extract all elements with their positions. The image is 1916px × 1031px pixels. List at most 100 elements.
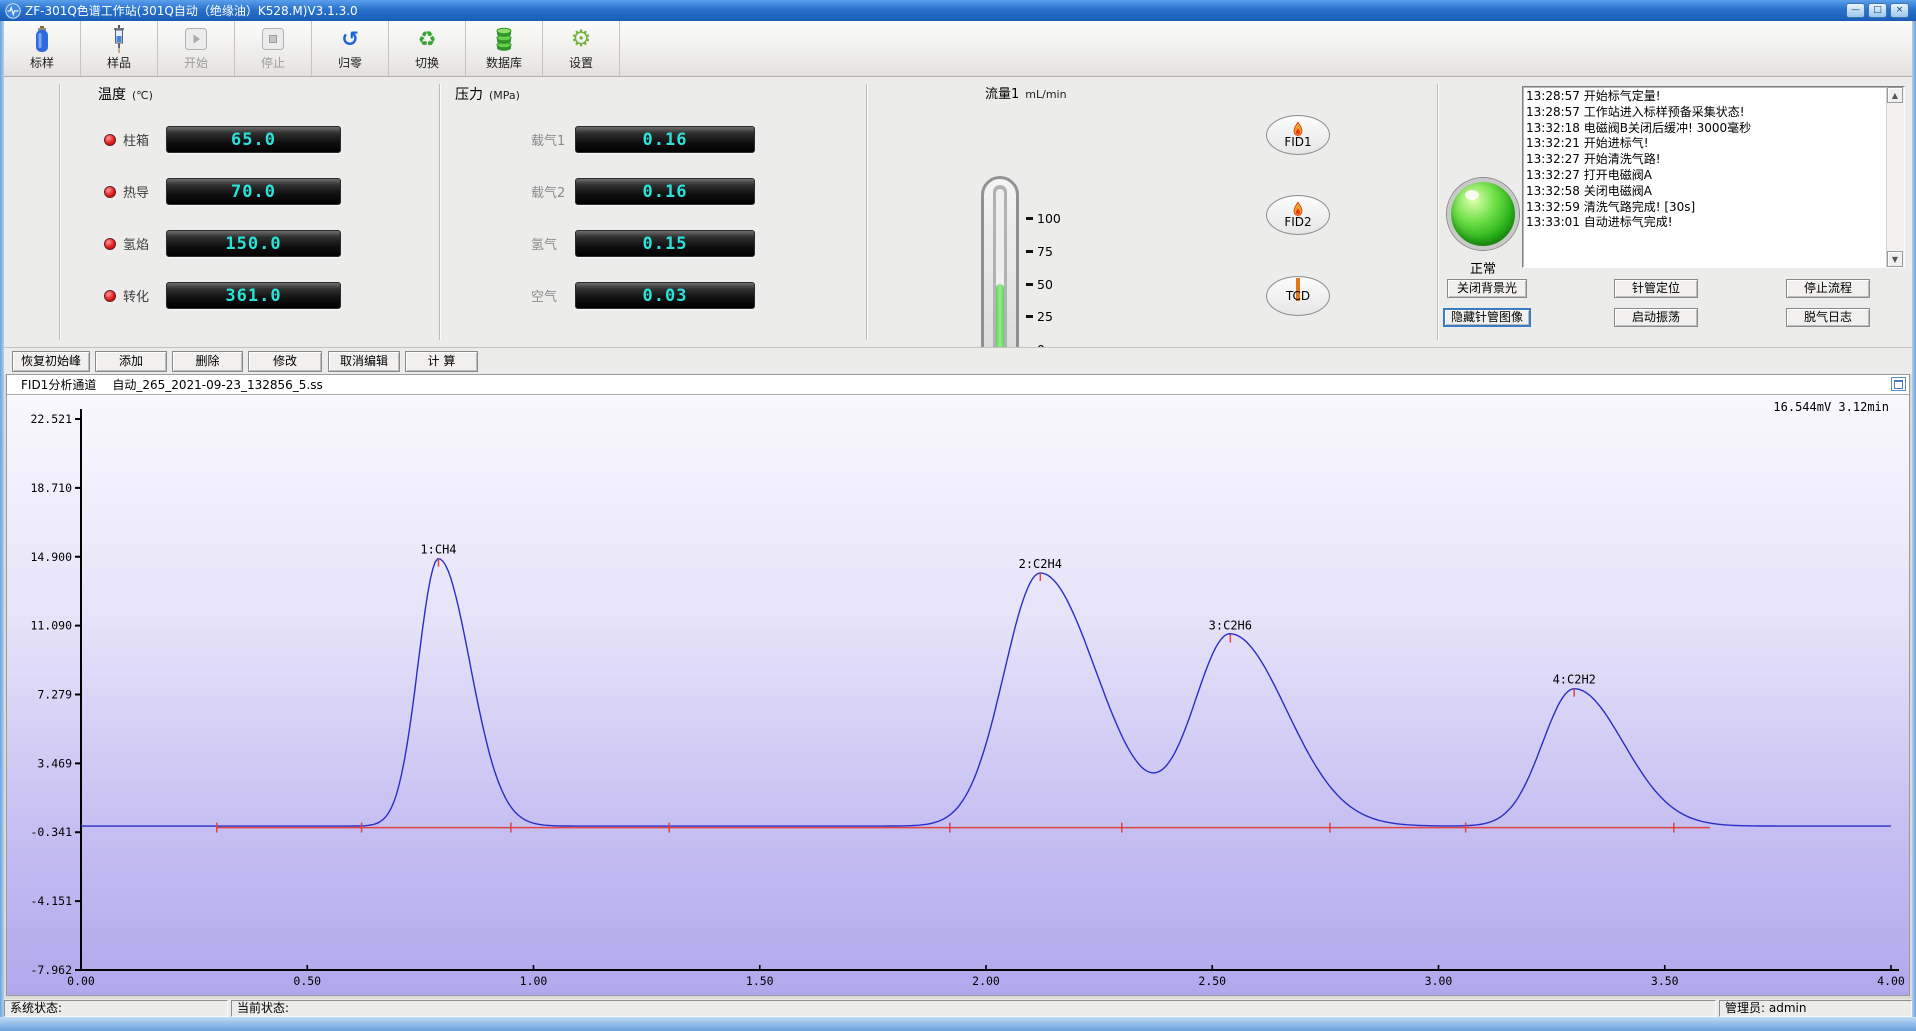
- switch-recycle-icon: ♻: [418, 25, 437, 53]
- system-status-cell: 系统状态:: [4, 1000, 228, 1017]
- temperature-label: 热导: [123, 182, 155, 201]
- current-status-cell: 当前状态:: [231, 1000, 1716, 1017]
- svg-text:2.00: 2.00: [972, 974, 1000, 988]
- restore-icon: [1894, 380, 1903, 389]
- main-toolbar: 标样样品开始停止↺归零♻切换数据库⚙设置: [0, 21, 1916, 77]
- edit-button-2[interactable]: 删除: [172, 351, 243, 372]
- pressure-row: 空气 0.03: [531, 282, 755, 309]
- system-button-4[interactable]: 启动振荡: [1614, 308, 1698, 327]
- detector-tcd-indicator[interactable]: TCD: [1266, 276, 1330, 316]
- admin-cell: 管理员: admin: [1719, 1000, 1912, 1017]
- svg-text:3.00: 3.00: [1425, 974, 1453, 988]
- status-light-label: 正常: [1447, 258, 1519, 277]
- chart-file-name: 自动_265_2021-09-23_132856_5.ss: [112, 376, 322, 393]
- minimize-button[interactable]: —: [1846, 3, 1865, 18]
- toolbar-button-syringe[interactable]: 样品: [81, 21, 158, 76]
- maximize-chart-button[interactable]: [1891, 377, 1906, 391]
- minimize-icon: —: [1851, 5, 1860, 15]
- system-button-1[interactable]: 针管定位: [1614, 279, 1698, 298]
- flame-icon: [1293, 122, 1303, 136]
- toolbar-button-label: 切换: [415, 54, 439, 71]
- control-panel: 温度(℃) 柱箱65.0热导70.0氢焰150.0转化361.0 压力(MPa)…: [4, 78, 1912, 346]
- pressure-display: 0.16: [575, 178, 755, 205]
- maximize-button[interactable]: □: [1868, 3, 1887, 18]
- titlebar: ZF-301Q色谱工作站(301Q自动（绝缘油）K528.M)V3.1.3.0 …: [0, 0, 1916, 21]
- toolbar-button-label: 开始: [184, 54, 208, 71]
- temperature-row: 氢焰150.0: [104, 230, 341, 257]
- event-log[interactable]: 13:28:57 开始标气定量!13:28:57 工作站进入标样预备采集状态!1…: [1522, 86, 1905, 268]
- edit-button-4[interactable]: 取消编辑: [328, 351, 400, 372]
- chart-header: FID1分析通道自动_265_2021-09-23_132856_5.ss: [7, 375, 1909, 395]
- log-line: 13:32:21 开始进标气!: [1526, 136, 1886, 152]
- toolbar-button-gear[interactable]: ⚙设置: [543, 21, 620, 76]
- chart-panel-1: FID1分析通道自动_265_2021-09-23_132856_5.ss 22.…: [6, 374, 1910, 996]
- svg-text:1:CH4: 1:CH4: [420, 543, 456, 557]
- pressure-label: 空气: [531, 286, 568, 305]
- edit-button-5[interactable]: 计 算: [405, 351, 478, 372]
- log-scrollbar[interactable]: ▲ ▼: [1886, 87, 1904, 267]
- toolbar-button-stop: 停止: [235, 21, 312, 76]
- pressure-display: 0.03: [575, 282, 755, 309]
- log-line: 13:32:18 电磁阀B关闭后缓冲! 3000毫秒: [1526, 121, 1886, 137]
- status-led-icon: [104, 290, 116, 302]
- system-button-0[interactable]: 关闭背景光: [1447, 279, 1527, 298]
- app-window: ZF-301Q色谱工作站(301Q自动（绝缘油）K528.M)V3.1.3.0 …: [0, 0, 1916, 1031]
- pressure-label: 载气2: [531, 182, 568, 201]
- svg-text:22.521: 22.521: [30, 412, 72, 426]
- temperature-row: 转化361.0: [104, 282, 341, 309]
- stop-icon: [261, 25, 285, 53]
- temperature-label: 氢焰: [123, 234, 155, 253]
- svg-text:4.00: 4.00: [1877, 974, 1905, 988]
- gauge-tick: 25: [1026, 309, 1061, 324]
- svg-text:16.544mV 3.12min: 16.544mV 3.12min: [1773, 400, 1889, 414]
- temperature-section-title: 温度(℃): [98, 84, 153, 104]
- scroll-down-arrow[interactable]: ▼: [1887, 251, 1903, 267]
- window-frame: [1912, 21, 1916, 1017]
- svg-text:2:C2H4: 2:C2H4: [1019, 557, 1062, 571]
- pressure-label: 氢气: [531, 234, 568, 253]
- temperature-rows: 柱箱65.0热导70.0氢焰150.0转化361.0: [104, 126, 341, 334]
- edit-button-1[interactable]: 添加: [95, 351, 167, 372]
- pressure-row: 载气10.16: [531, 126, 755, 153]
- divider: [866, 84, 868, 340]
- edit-button-3[interactable]: 修改: [248, 351, 322, 372]
- temperature-row: 柱箱65.0: [104, 126, 341, 153]
- log-line: 13:28:57 开始标气定量!: [1526, 89, 1886, 105]
- statusbar: 系统状态: 当前状态: 管理员: admin: [4, 1000, 1912, 1017]
- tick-label: 50: [1037, 277, 1053, 292]
- scroll-up-arrow[interactable]: ▲: [1887, 87, 1903, 103]
- chart-channel-title: FID1分析通道: [21, 376, 96, 393]
- tick-mark-icon: [1026, 283, 1033, 286]
- toolbar-button-label: 标样: [30, 54, 54, 71]
- svg-text:1.00: 1.00: [520, 974, 548, 988]
- close-icon: ×: [1896, 5, 1904, 15]
- play-icon: [184, 25, 208, 53]
- svg-text:-7.962: -7.962: [30, 963, 72, 977]
- edit-button-0[interactable]: 恢复初始峰: [12, 351, 90, 372]
- svg-text:3.469: 3.469: [37, 756, 72, 770]
- toolbar-button-switch-recycle[interactable]: ♻切换: [389, 21, 466, 76]
- system-button-2[interactable]: 停止流程: [1786, 279, 1870, 298]
- detector-fid2-indicator[interactable]: FID2: [1266, 195, 1330, 235]
- window-controls: — □ ×: [1846, 3, 1909, 18]
- pressure-display: 0.16: [575, 126, 755, 153]
- toolbar-button-play: 开始: [158, 21, 235, 76]
- toolbar-button-reset-arrow[interactable]: ↺归零: [312, 21, 389, 76]
- system-button-3[interactable]: 隐藏针管图像: [1443, 308, 1531, 327]
- toolbar-button-database[interactable]: 数据库: [466, 21, 543, 76]
- system-buttons: 关闭背景光 针管定位 停止流程隐藏针管图像 启动振荡 脱气日志: [1443, 279, 1913, 331]
- tick-mark-icon: [1026, 250, 1033, 253]
- window-title: ZF-301Q色谱工作站(301Q自动（绝缘油）K528.M)V3.1.3.0: [25, 2, 358, 19]
- pressure-row: 载气2 0.16: [531, 178, 755, 205]
- toolbar-button-label: 停止: [261, 54, 285, 71]
- svg-text:7.279: 7.279: [37, 688, 72, 702]
- gauge-tick: 50: [1026, 277, 1061, 292]
- chromatogram-plot[interactable]: 22.52118.71014.90011.0907.2793.469-0.341…: [7, 395, 1909, 995]
- toolbar-button-gas-cylinder[interactable]: 标样: [4, 21, 81, 76]
- system-button-5[interactable]: 脱气日志: [1786, 308, 1870, 327]
- maximize-icon: □: [1873, 5, 1882, 15]
- close-button[interactable]: ×: [1890, 3, 1909, 18]
- svg-text:-0.341: -0.341: [30, 825, 72, 839]
- svg-text:11.090: 11.090: [30, 619, 72, 633]
- detector-fid1-indicator[interactable]: FID1: [1266, 115, 1330, 155]
